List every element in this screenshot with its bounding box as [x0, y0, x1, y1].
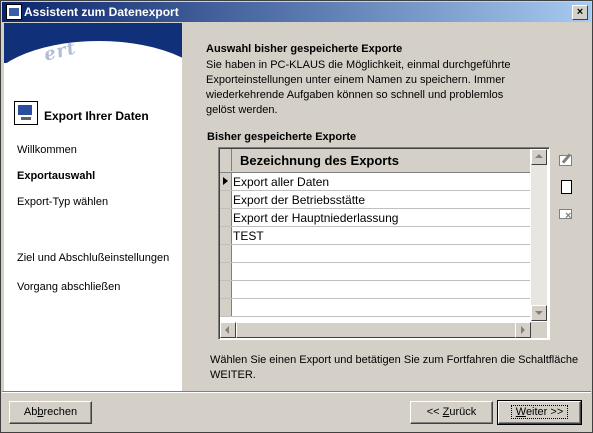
table-cell[interactable]: Export der Betriebsstätte: [233, 193, 365, 207]
step-abschliessen: Vorgang abschließen: [17, 281, 121, 293]
step-ziel: Ziel und Abschlußeinstellungen: [17, 252, 170, 264]
title-bar: Assistent zum Datenexport ×: [2, 2, 591, 22]
cancel-button[interactable]: Abbrechen: [9, 401, 92, 424]
new-export-icon[interactable]: [558, 179, 574, 195]
table-row[interactable]: TEST: [220, 227, 530, 245]
edit-export-icon[interactable]: [558, 152, 574, 168]
empty-row: [220, 263, 530, 281]
scroll-up-button[interactable]: [531, 149, 547, 165]
bottom-divider: [2, 391, 591, 393]
scroll-left-button[interactable]: [220, 322, 236, 338]
table-row[interactable]: Export der Betriebsstätte: [220, 191, 530, 209]
scroll-down-button[interactable]: [531, 305, 547, 321]
table-row[interactable]: Export aller Daten: [220, 173, 530, 191]
description-text: Sie haben in PC-KLAUS die Möglichkeit, e…: [206, 59, 511, 116]
window-title: Assistent zum Datenexport: [24, 5, 179, 19]
sidebar-heading: Export Ihrer Daten: [44, 109, 149, 123]
vertical-scrollbar[interactable]: [531, 149, 547, 321]
step-exportauswahl: Exportauswahl: [17, 170, 96, 182]
step-willkommen: Willkommen: [17, 144, 77, 156]
table-cell[interactable]: Export der Hauptniederlassung: [233, 211, 398, 225]
empty-row: [220, 245, 530, 263]
sidebar-banner: ert: [4, 23, 182, 93]
section-title: Auswahl bisher gespeicherte Exporte: [206, 43, 403, 55]
row-selector: [220, 209, 232, 226]
next-button[interactable]: Weiter >>: [497, 400, 582, 425]
table-cell[interactable]: TEST: [233, 229, 264, 243]
empty-row: [220, 281, 530, 299]
row-selector: [220, 227, 232, 244]
current-row-arrow-icon: [223, 177, 228, 185]
list-label: Bisher gespeicherte Exporte: [207, 131, 357, 143]
horizontal-scrollbar[interactable]: [220, 322, 531, 338]
exports-grid[interactable]: Bezeichnung des Exports Export aller Dat…: [218, 147, 550, 340]
row-selector: [220, 173, 232, 190]
grid-header: Bezeichnung des Exports: [220, 149, 530, 173]
back-button[interactable]: << Zurück: [410, 401, 493, 424]
horizontal-scroll-thumb[interactable]: [236, 322, 517, 338]
computer-export-icon: [14, 101, 38, 125]
table-cell[interactable]: Export aller Daten: [233, 175, 329, 189]
app-icon: [6, 4, 22, 20]
step-export-typ: Export-Typ wählen: [17, 196, 109, 208]
close-button[interactable]: ×: [572, 5, 588, 20]
column-header-bezeichnung[interactable]: Bezeichnung des Exports: [240, 153, 399, 168]
hint-text: Wählen Sie einen Export und betätigen Si…: [210, 354, 579, 381]
delete-export-icon[interactable]: ×: [558, 206, 574, 222]
empty-row: [220, 299, 530, 317]
export-wizard-window: Assistent zum Datenexport × ert Export I…: [0, 0, 593, 433]
scroll-right-button[interactable]: [515, 322, 531, 338]
wizard-sidebar: ert Export Ihrer Daten Willkommen Export…: [4, 23, 182, 391]
row-selector: [220, 191, 232, 208]
table-row[interactable]: Export der Hauptniederlassung: [220, 209, 530, 227]
